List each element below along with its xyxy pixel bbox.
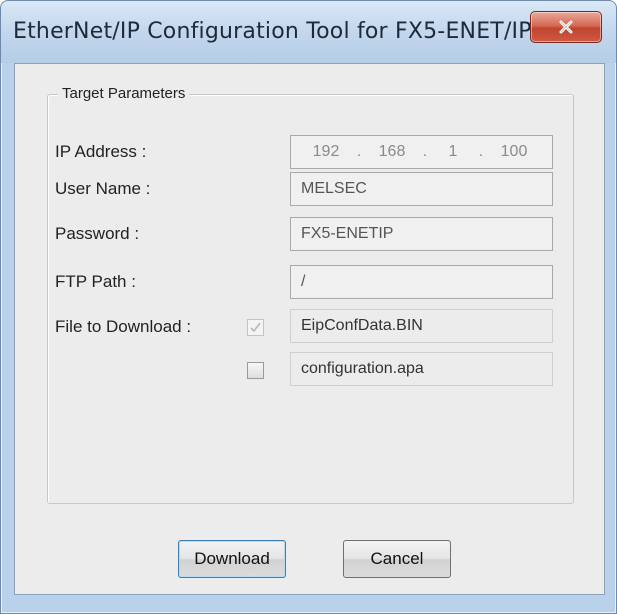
ip-separator: . <box>422 143 428 160</box>
ip-address-field[interactable]: 192. 168. 1. 100 <box>290 135 553 169</box>
ip-octet-2: 168 <box>378 143 406 160</box>
ip-separator: . <box>478 143 484 160</box>
checkmark-icon <box>250 322 261 333</box>
ip-octet-3: 1 <box>448 143 458 160</box>
download-button[interactable]: Download <box>178 540 286 578</box>
dialog-client-area: Target Parameters IP Address : 192. 168. 1… <box>14 63 605 595</box>
ftp-path-field[interactable]: / <box>290 265 553 299</box>
cancel-button[interactable]: Cancel <box>343 540 451 578</box>
group-legend: Target Parameters <box>58 85 190 102</box>
title-bar[interactable]: EtherNet/IP Configuration Tool for FX5-E… <box>1 1 616 63</box>
ip-octet-1: 192 <box>312 143 340 160</box>
ip-octet-4: 100 <box>500 143 528 160</box>
file-2-checkbox[interactable] <box>247 362 264 379</box>
user-name-field[interactable]: MELSEC <box>290 172 553 206</box>
user-name-label: User Name : <box>55 179 151 198</box>
ip-address-label: IP Address : <box>55 142 147 161</box>
close-x-icon <box>559 20 573 34</box>
password-label: Password : <box>55 224 140 243</box>
configuration-tool-window: EtherNet/IP Configuration Tool for FX5-E… <box>0 0 617 614</box>
file-1-checkbox[interactable] <box>247 319 264 336</box>
file-2-name: configuration.apa <box>290 352 553 386</box>
password-field[interactable]: FX5-ENETIP <box>290 217 553 251</box>
ftp-path-label: FTP Path : <box>55 272 136 291</box>
file-1-name: EipConfData.BIN <box>290 309 553 343</box>
ip-separator: . <box>356 143 362 160</box>
window-title: EtherNet/IP Configuration Tool for FX5-E… <box>13 19 532 44</box>
file-to-download-label: File to Download : <box>55 317 192 336</box>
close-button[interactable] <box>530 11 602 43</box>
